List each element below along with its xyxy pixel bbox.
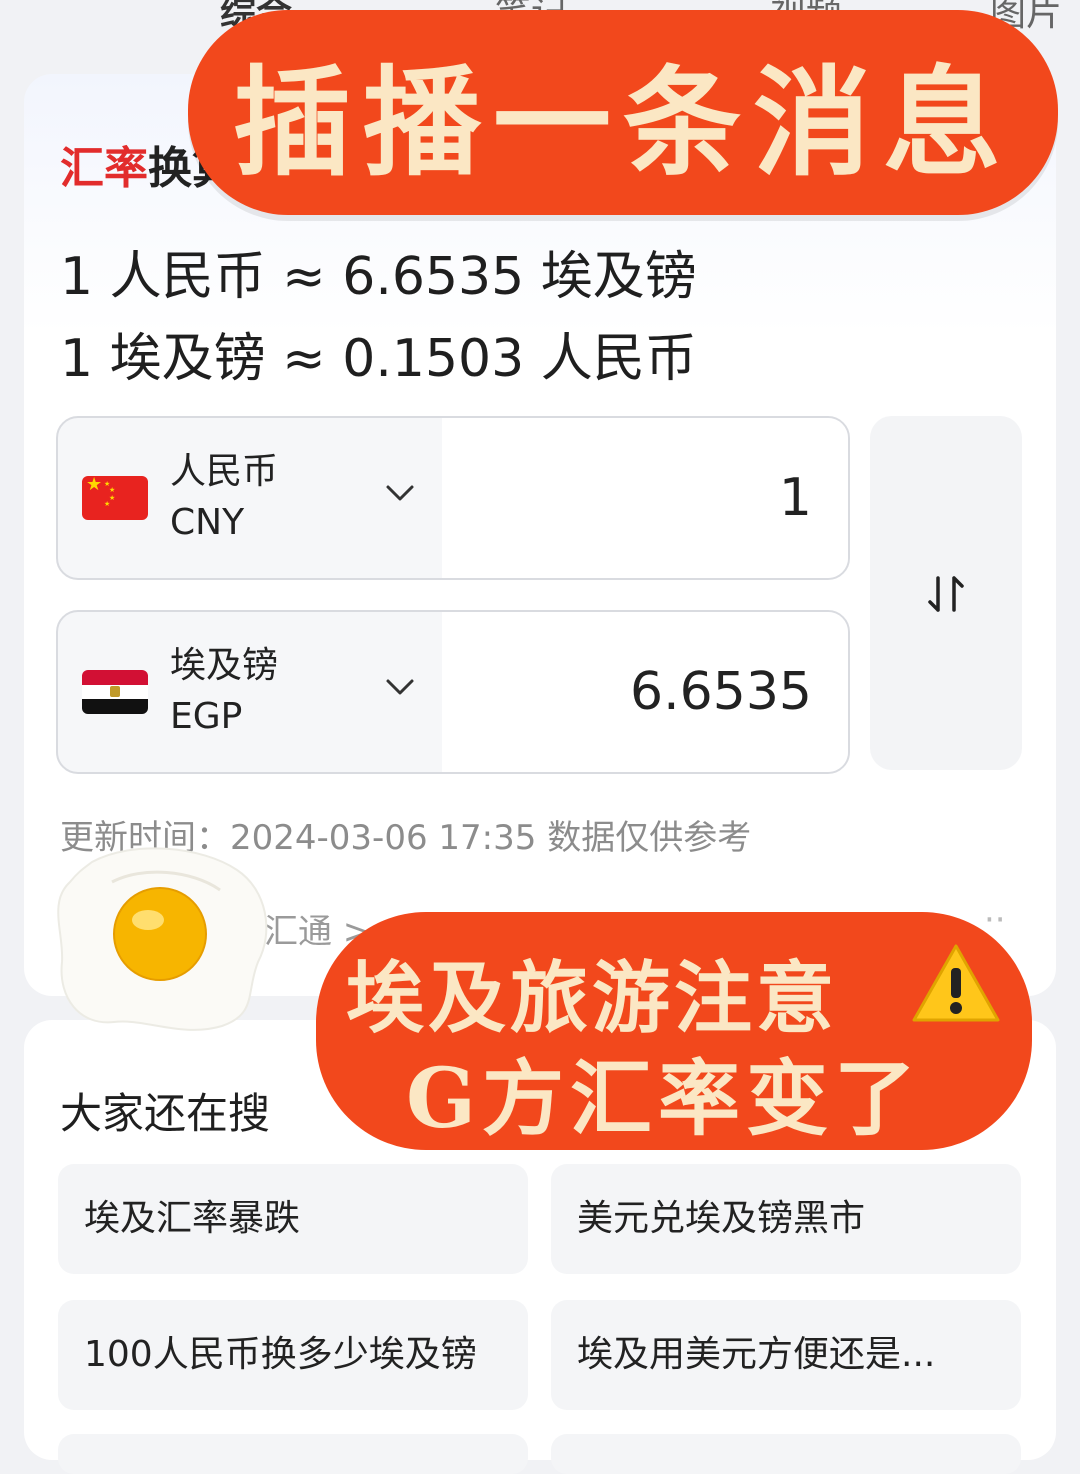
rate-line-egp-cny: 1 埃及镑 ≈ 0.1503 人民币 [60, 329, 697, 389]
related-search-chip-partial[interactable] [58, 1434, 528, 1474]
related-search-title: 大家还在搜 [60, 1089, 271, 1138]
from-amount-box [442, 418, 848, 578]
from-amount-input[interactable] [480, 462, 814, 534]
egypt-flag-icon [82, 670, 148, 714]
related-search-chip-partial[interactable] [551, 1434, 1021, 1474]
warning-icon [912, 944, 1000, 1022]
related-search-chip[interactable]: 埃及汇率暴跌 [58, 1164, 528, 1274]
to-amount-input[interactable] [480, 656, 814, 728]
to-currency-code[interactable]: EGP [170, 696, 242, 737]
fried-egg-sticker [57, 847, 268, 1031]
to-currency-row: 埃及镑 EGP [56, 610, 850, 774]
headline-text: 插播一条消息 [232, 53, 1013, 192]
headline-banner: 插播一条消息 [188, 10, 1058, 215]
related-search-chip[interactable]: 美元兑埃及镑黑市 [551, 1164, 1021, 1274]
from-currency-row: ★ ★ ★ ★ ★ 人民币 CNY [56, 416, 850, 580]
to-amount-box [442, 612, 848, 772]
warning-banner: 埃及旅游注意 G方汇率变了 [316, 912, 1032, 1150]
swap-currency-button[interactable] [870, 416, 1022, 770]
china-flag-icon: ★ ★ ★ ★ ★ [82, 476, 148, 520]
rate-line-cny-egp: 1 人民币 ≈ 6.6535 埃及镑 [60, 247, 697, 307]
from-currency-name[interactable]: 人民币 [170, 442, 278, 494]
chevron-down-icon[interactable] [383, 670, 417, 704]
card-title-red: 汇率 [60, 143, 148, 194]
warning-line-2: G方汇率变了 [406, 1051, 923, 1147]
related-search-chip[interactable]: 100人民币换多少埃及镑 [58, 1300, 528, 1410]
to-currency-name[interactable]: 埃及镑 [170, 636, 278, 688]
swap-arrows-icon [928, 576, 964, 612]
from-currency-code[interactable]: CNY [170, 502, 244, 543]
chevron-down-icon[interactable] [383, 476, 417, 510]
related-search-chip[interactable]: 埃及用美元方便还是... [551, 1300, 1021, 1410]
